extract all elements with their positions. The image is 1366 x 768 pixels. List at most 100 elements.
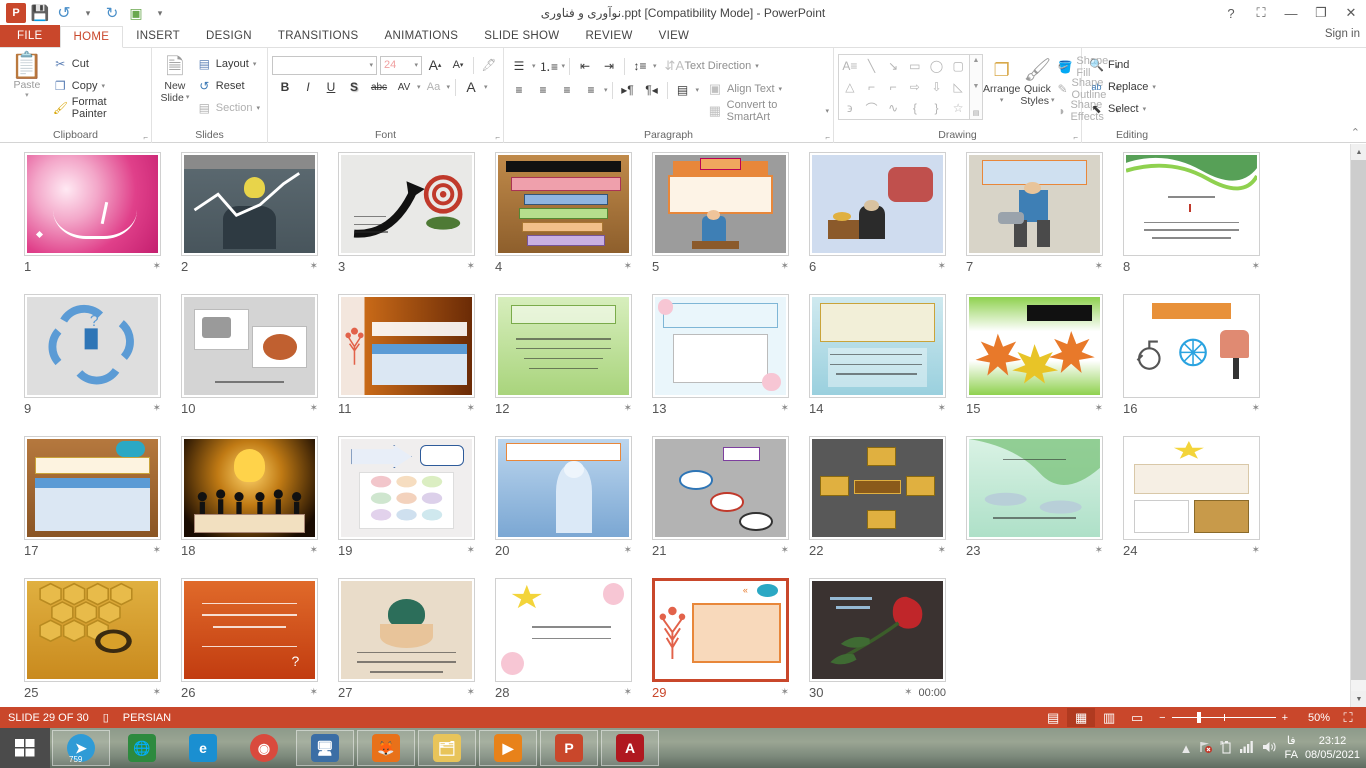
slide-thumbnail[interactable] bbox=[809, 152, 946, 256]
close-icon[interactable]: ✕ bbox=[1336, 0, 1366, 26]
taskbar-item-powerpoint[interactable]: P bbox=[540, 730, 598, 766]
shapes-scroll-up-icon[interactable]: ▲ bbox=[973, 57, 980, 64]
clear-formatting-button[interactable]: 🖋 bbox=[479, 55, 499, 75]
animation-star-icon[interactable]: ✶ bbox=[781, 261, 789, 272]
view-slideshow-button[interactable]: ▭ bbox=[1123, 708, 1151, 727]
slide-thumbnail[interactable] bbox=[181, 294, 318, 398]
bullets-dropdown-icon[interactable]: ▾ bbox=[532, 62, 536, 70]
tab-slide-show[interactable]: SLIDE SHOW bbox=[471, 25, 572, 47]
tab-review[interactable]: REVIEW bbox=[572, 25, 645, 47]
convert-to-smartart-button[interactable]: ▦ Convert to SmartArt ▾ bbox=[707, 100, 829, 122]
redo-icon[interactable]: ↻ bbox=[101, 2, 123, 24]
notes-icon[interactable]: ▯ bbox=[103, 711, 109, 724]
slide-thumbnail-cell[interactable]: 15✶ bbox=[956, 294, 1113, 436]
language-indicator[interactable]: PERSIAN bbox=[123, 712, 171, 724]
replace-button[interactable]: ab Replace ▾ bbox=[1086, 76, 1159, 98]
slide-thumbnail[interactable] bbox=[495, 436, 632, 540]
font-size-dropdown-icon[interactable]: ▾ bbox=[414, 61, 418, 69]
slide-thumbnail[interactable] bbox=[809, 578, 946, 682]
zoom-slider[interactable]: − + bbox=[1151, 712, 1296, 724]
volume-icon[interactable] bbox=[1262, 740, 1277, 757]
tab-design[interactable]: DESIGN bbox=[193, 25, 265, 47]
slide-thumbnail[interactable] bbox=[338, 578, 475, 682]
save-icon[interactable]: 💾 bbox=[29, 2, 51, 24]
tray-overflow-icon[interactable]: ▲ bbox=[1180, 741, 1193, 756]
tab-file[interactable]: FILE bbox=[0, 25, 60, 47]
paragraph-dialog-launcher[interactable]: ⌐ bbox=[825, 133, 830, 142]
start-presentation-icon[interactable]: ▣ bbox=[125, 2, 147, 24]
battery-icon[interactable] bbox=[1220, 740, 1233, 757]
animation-star-icon[interactable]: ✶ bbox=[1252, 403, 1260, 414]
shape-arrow-icon[interactable]: ↘ bbox=[882, 55, 904, 76]
slide-thumbnail-cell[interactable]: 19✶ bbox=[328, 436, 485, 578]
arrange-dropdown-icon[interactable]: ▾ bbox=[1000, 95, 1004, 107]
slide-thumbnail-cell[interactable]: 10✶ bbox=[171, 294, 328, 436]
animation-star-icon[interactable]: ✶ bbox=[467, 687, 475, 698]
italic-button[interactable]: I bbox=[298, 77, 318, 97]
animation-star-icon[interactable]: ✶ bbox=[624, 261, 632, 272]
network-icon[interactable] bbox=[1199, 740, 1213, 757]
slide-thumbnail-cell[interactable]: 1✶ bbox=[14, 152, 171, 294]
slide-thumbnail-cell[interactable]: 25✶ bbox=[14, 578, 171, 707]
font-name-input[interactable]: ▾ bbox=[272, 56, 377, 75]
zoom-track[interactable] bbox=[1172, 712, 1276, 723]
numbering-dropdown-icon[interactable]: ▾ bbox=[562, 62, 566, 70]
clipboard-dialog-launcher[interactable]: ⌐ bbox=[143, 133, 148, 142]
bullets-button[interactable]: ☰ bbox=[508, 56, 530, 77]
help-icon[interactable]: ? bbox=[1216, 0, 1246, 26]
slide-thumbnail-cell[interactable]: 14✶ bbox=[799, 294, 956, 436]
animation-star-icon[interactable]: ✶ bbox=[938, 545, 946, 556]
slide-thumbnail-cell[interactable]: 20✶ bbox=[485, 436, 642, 578]
slide-thumbnail[interactable] bbox=[1123, 436, 1260, 540]
animation-star-icon[interactable]: ✶ bbox=[153, 545, 161, 556]
replace-dropdown-icon[interactable]: ▾ bbox=[1152, 83, 1156, 91]
sign-in-link[interactable]: Sign in bbox=[1325, 28, 1360, 40]
slide-thumbnail[interactable]: ? bbox=[24, 294, 161, 398]
slide-thumbnail-cell[interactable]: 8✶ bbox=[1113, 152, 1270, 294]
slide-thumbnail-cell[interactable]: 4✶ bbox=[485, 152, 642, 294]
slide-thumbnail-cell[interactable]: 7✶ bbox=[956, 152, 1113, 294]
slide-thumbnail-cell[interactable]: 27✶ bbox=[328, 578, 485, 707]
taskbar-item-internet-explorer[interactable]: e bbox=[174, 730, 232, 766]
layout-button[interactable]: ▤ Layout ▾ bbox=[194, 53, 263, 75]
section-dropdown-icon[interactable]: ▾ bbox=[256, 104, 260, 112]
justify-dropdown-icon[interactable]: ▾ bbox=[604, 86, 608, 94]
language-indicator-tray[interactable]: فا FA bbox=[1284, 734, 1297, 762]
animation-star-icon[interactable]: ✶ bbox=[938, 261, 946, 272]
slide-thumbnail-cell[interactable]: 22✶ bbox=[799, 436, 956, 578]
shape-star-icon[interactable]: ☆ bbox=[947, 98, 969, 119]
ribbon-display-options-icon[interactable]: ⛶ bbox=[1246, 0, 1276, 26]
animation-star-icon[interactable]: ✶ bbox=[781, 545, 789, 556]
animation-star-icon[interactable]: ✶ bbox=[310, 687, 318, 698]
slide-thumbnail-cell[interactable]: 5✶ bbox=[642, 152, 799, 294]
shape-arc-icon[interactable]: ⌒ bbox=[861, 98, 883, 119]
select-dropdown-icon[interactable]: ▾ bbox=[1143, 105, 1147, 113]
slide-thumbnail[interactable] bbox=[495, 578, 632, 682]
new-slide-dropdown-icon[interactable]: ▾ bbox=[186, 92, 190, 104]
shapes-gallery-more-icon[interactable]: ▤ bbox=[973, 109, 980, 117]
slide-thumbnail[interactable] bbox=[652, 436, 789, 540]
start-button[interactable] bbox=[0, 728, 50, 768]
font-color-dropdown-icon[interactable]: ▾ bbox=[484, 83, 488, 91]
animation-star-icon[interactable]: ✶ bbox=[1095, 545, 1103, 556]
find-button[interactable]: 🔍 Find bbox=[1086, 54, 1132, 76]
ltr-button[interactable]: ▸¶ bbox=[617, 80, 639, 101]
slide-thumbnail[interactable]: ? bbox=[181, 578, 318, 682]
animation-star-icon[interactable]: ✶ bbox=[624, 545, 632, 556]
shape-triangle-icon[interactable]: △ bbox=[839, 76, 861, 97]
slide-thumbnail-cell[interactable]: 3✶ bbox=[328, 152, 485, 294]
slide-thumbnail[interactable] bbox=[338, 436, 475, 540]
tab-transitions[interactable]: TRANSITIONS bbox=[265, 25, 372, 47]
slide-thumbnail-cell[interactable]: ?9✶ bbox=[14, 294, 171, 436]
view-reading-button[interactable]: ▥ bbox=[1095, 708, 1123, 727]
increase-indent-button[interactable]: ⇥ bbox=[598, 56, 620, 77]
animation-star-icon[interactable]: ✶ bbox=[467, 261, 475, 272]
strikethrough-button[interactable]: abc bbox=[367, 77, 391, 97]
slide-thumbnail-cell[interactable]: 11✶ bbox=[328, 294, 485, 436]
scroll-up-icon[interactable]: ▲ bbox=[1351, 144, 1366, 160]
character-spacing-dropdown-icon[interactable]: ▾ bbox=[417, 83, 421, 91]
paste-dropdown-icon[interactable]: ▾ bbox=[25, 91, 29, 99]
shapes-gallery[interactable]: A≡ ╲ ↘ ▭ ◯ ▢ △ ⌐ ⌐ ⇨ ⇩ ◺ ϶ ⌒ ∿ bbox=[838, 54, 970, 120]
align-right-button[interactable]: ≡ bbox=[556, 80, 578, 101]
slide-thumbnail[interactable] bbox=[809, 294, 946, 398]
